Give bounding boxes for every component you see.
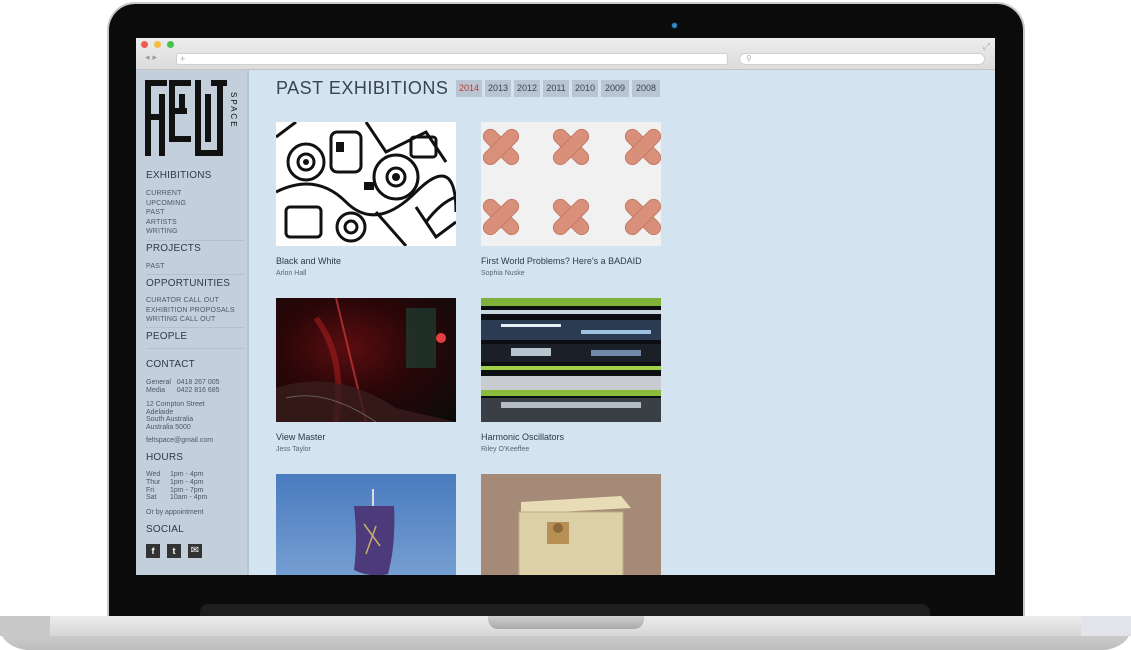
- address-line: Australia 5000: [146, 424, 191, 431]
- hours-note: Or by appointment: [146, 509, 204, 516]
- sidebar: SPACE EXHIBITIONS CURRENT UPCOMING PAST …: [136, 70, 249, 575]
- contact-phone-general: General 0418 267 005: [146, 379, 220, 387]
- nav-link-writing[interactable]: WRITING: [146, 228, 178, 235]
- nav-heading-exhibitions[interactable]: EXHIBITIONS: [146, 170, 212, 181]
- hours-time: 1pm - 7pm: [170, 487, 204, 494]
- exhibition-title-link[interactable]: Black and White: [276, 256, 341, 266]
- hours-time: 1pm - 4pm: [170, 471, 204, 478]
- phone-label: General: [146, 379, 171, 386]
- search-icon: ⚲: [746, 54, 752, 63]
- nav-link-upcoming[interactable]: UPCOMING: [146, 200, 186, 207]
- address-bar[interactable]: +: [176, 53, 728, 65]
- year-tab-2012[interactable]: 2012: [514, 80, 540, 97]
- year-tab-2011[interactable]: 2011: [543, 80, 569, 97]
- exhibition-thumbnail[interactable]: [481, 122, 661, 246]
- nav-heading-projects[interactable]: PROJECTS: [146, 243, 201, 254]
- exhibition-thumbnail[interactable]: [276, 298, 456, 422]
- sidebar-divider: [146, 348, 244, 349]
- camera-icon: [671, 22, 678, 29]
- line-art-image: [276, 122, 456, 246]
- exhibition-artist: Sophia Nuske: [481, 270, 525, 277]
- exhibition-artist: Jess Taylor: [276, 446, 311, 453]
- year-tab-2013[interactable]: 2013: [485, 80, 511, 97]
- exhibition-artist: Arlon Hall: [276, 270, 307, 277]
- browser-search-input[interactable]: ⚲: [739, 53, 985, 65]
- address-line: South Australia: [146, 416, 194, 423]
- nav-link-artists[interactable]: ARTISTS: [146, 219, 177, 226]
- exhibition-thumbnail[interactable]: [276, 122, 456, 246]
- nav-link-current[interactable]: CURRENT: [146, 190, 182, 197]
- hours-day: Sat: [146, 494, 157, 501]
- band-aid-image: [481, 122, 661, 246]
- sidebar-divider: [146, 327, 244, 328]
- social-heading: SOCIAL: [146, 524, 184, 535]
- plus-icon: +: [180, 54, 186, 64]
- nav-heading-people[interactable]: PEOPLE: [146, 331, 187, 342]
- phone-number: 0418 267 005: [176, 379, 220, 386]
- laptop-bezel: [200, 604, 930, 616]
- browser-screen: ◂▸ + ⚲ ⤢ SPACE EXHIBITIONS CURRENT UPCOM…: [136, 38, 995, 575]
- hours-heading: HOURS: [146, 452, 184, 463]
- laptop-base-edge: [0, 616, 50, 636]
- exhibition-thumbnail[interactable]: [481, 474, 661, 575]
- banner-flag-image: [354, 489, 395, 575]
- year-tab-2014[interactable]: 2014: [456, 80, 482, 97]
- sidebar-divider: [146, 274, 244, 275]
- year-tab-2008[interactable]: 2008: [632, 80, 660, 97]
- hours-row: Wed 1pm - 4pm: [146, 471, 203, 479]
- red-light-image: [276, 298, 456, 422]
- glitch-image: [481, 298, 661, 422]
- facebook-icon[interactable]: f: [146, 544, 160, 558]
- wooden-box-image: [481, 474, 661, 575]
- maximize-window-button[interactable]: [167, 41, 174, 48]
- sidebar-divider: [146, 240, 244, 241]
- exhibition-title-link[interactable]: Harmonic Oscillators: [481, 432, 564, 442]
- contact-heading: CONTACT: [146, 359, 195, 370]
- close-window-button[interactable]: [141, 41, 148, 48]
- hours-time: 1pm - 4pm: [170, 479, 204, 486]
- browser-toolbar: ◂▸ + ⚲ ⤢: [136, 38, 995, 70]
- exhibition-thumbnail[interactable]: [276, 474, 456, 575]
- mail-icon[interactable]: ✉: [188, 544, 202, 558]
- twitter-icon[interactable]: t: [167, 544, 181, 558]
- laptop-notch: [488, 616, 644, 629]
- hours-row: Sat 10am - 4pm: [146, 494, 207, 502]
- nav-link-exhibition-proposals[interactable]: EXHIBITION PROPOSALS: [146, 307, 235, 314]
- exhibition-thumbnail[interactable]: [481, 298, 661, 422]
- nav-link-curator-call-out[interactable]: CURATOR CALL OUT: [146, 297, 219, 304]
- laptop-base-edge: [1081, 616, 1131, 636]
- exhibition-title-link[interactable]: View Master: [276, 432, 325, 442]
- hours-row: Thur 1pm - 4pm: [146, 479, 203, 487]
- hours-day: Thur: [146, 479, 161, 486]
- contact-phone-media: Media 0422 816 685: [146, 387, 220, 395]
- nav-link-projects-past[interactable]: PAST: [146, 263, 165, 270]
- minimize-window-button[interactable]: [154, 41, 161, 48]
- year-tab-2009[interactable]: 2009: [601, 80, 629, 97]
- year-tab-2010[interactable]: 2010: [572, 80, 598, 97]
- phone-label: Media: [146, 387, 166, 394]
- hours-time: 10am - 4pm: [170, 494, 208, 501]
- svg-text:SPACE: SPACE: [229, 92, 238, 129]
- nav-heading-opportunities[interactable]: OPPORTUNITIES: [146, 278, 230, 289]
- felt-space-logo[interactable]: SPACE: [145, 80, 241, 160]
- back-forward-icon[interactable]: ◂▸: [145, 52, 160, 63]
- phone-number: 0422 816 685: [176, 387, 220, 394]
- page-title: PAST EXHIBITIONS: [276, 78, 449, 98]
- nav-link-writing-call-out[interactable]: WRITING CALL OUT: [146, 316, 215, 323]
- exhibition-title-link[interactable]: First World Problems? Here's a BADAID: [481, 256, 642, 266]
- exhibition-artist: Riley O'Keeffee: [481, 446, 530, 453]
- nav-link-past[interactable]: PAST: [146, 209, 165, 216]
- fullscreen-icon[interactable]: ⤢: [983, 41, 990, 52]
- contact-email-link[interactable]: feltspace@gmail.com: [146, 437, 213, 445]
- hours-day: Wed: [146, 471, 161, 478]
- address-line: 12 Compton Street: [146, 401, 205, 408]
